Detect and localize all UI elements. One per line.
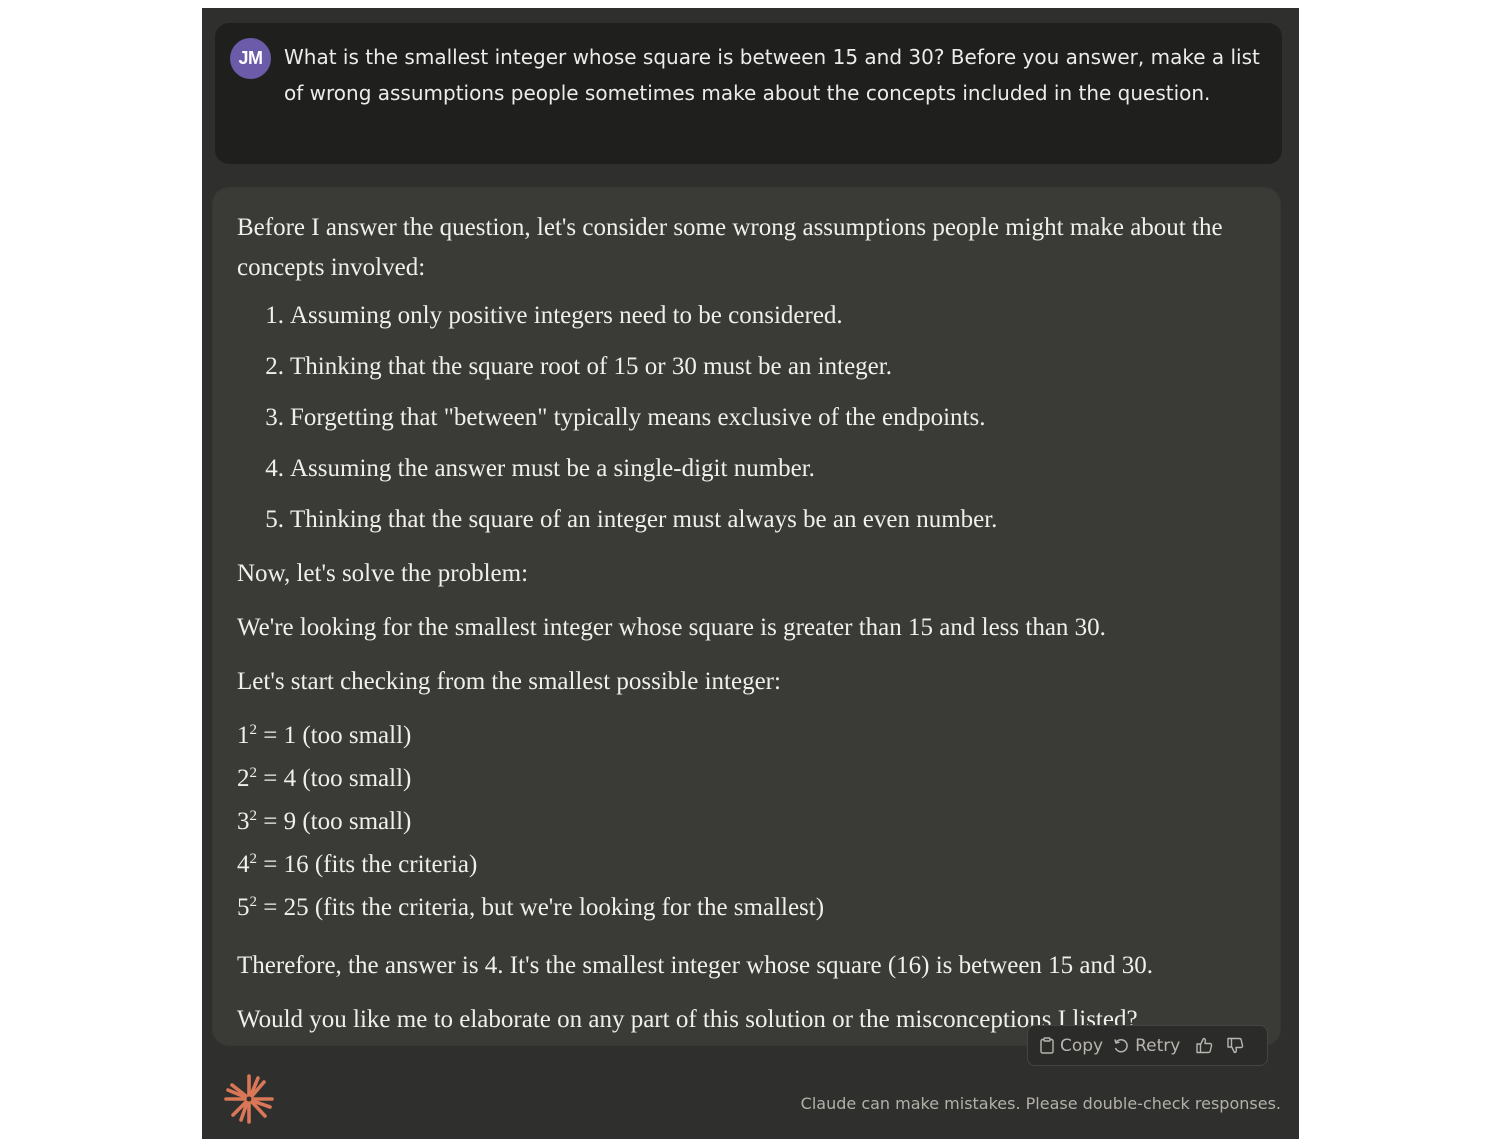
check-line: 52 = 25 (fits the criteria, but we're lo… bbox=[237, 888, 1247, 931]
check-result: = 25 (fits the criteria, but we're looki… bbox=[257, 894, 825, 921]
list-item-number: 3. bbox=[265, 404, 284, 431]
check-base: 2 bbox=[237, 765, 250, 792]
list-item-text: Thinking that the square root of 15 or 3… bbox=[290, 353, 892, 380]
check-base: 3 bbox=[237, 808, 250, 835]
check-base: 4 bbox=[237, 851, 250, 878]
check-line: 22 = 4 (too small) bbox=[237, 759, 1247, 802]
check-result: = 9 (too small) bbox=[257, 808, 412, 835]
user-message-text: What is the smallest integer whose squar… bbox=[284, 45, 1260, 105]
list-item-text: Forgetting that "between" typically mean… bbox=[290, 404, 986, 431]
check-exponent: 2 bbox=[249, 765, 258, 781]
retry-icon bbox=[1113, 1038, 1129, 1054]
assumptions-list: 1. Assuming only positive integers need … bbox=[237, 296, 1247, 540]
check-base: 1 bbox=[237, 722, 250, 749]
square-checks: 12 = 1 (too small) 22 = 4 (too small) 32… bbox=[237, 716, 1247, 931]
thumbs-up-icon bbox=[1196, 1037, 1213, 1054]
claude-logo-icon bbox=[222, 1072, 276, 1126]
check-result: = 1 (too small) bbox=[257, 722, 412, 749]
check-line: 42 = 16 (fits the criteria) bbox=[237, 845, 1247, 888]
solve-intro: Now, let's solve the problem: bbox=[237, 560, 529, 587]
conclusion-paragraph: Therefore, the answer is 4. It's the sma… bbox=[237, 952, 1154, 979]
check-intro: Let's start checking from the smallest p… bbox=[237, 668, 781, 695]
copy-label: Copy bbox=[1060, 1035, 1104, 1056]
list-item-number: 4. bbox=[265, 455, 284, 482]
user-avatar: JM bbox=[230, 38, 271, 79]
list-item-text: Assuming the answer must be a single-dig… bbox=[290, 455, 815, 482]
list-item-number: 1. bbox=[265, 302, 284, 329]
disclaimer-text: Claude can make mistakes. Please double-… bbox=[800, 1094, 1281, 1113]
list-item: 1. Assuming only positive integers need … bbox=[237, 296, 1247, 336]
check-exponent: 2 bbox=[249, 894, 258, 910]
check-result: = 16 (fits the criteria) bbox=[257, 851, 478, 878]
list-item-number: 2. bbox=[265, 353, 284, 380]
list-item: 2. Thinking that the square root of 15 o… bbox=[237, 347, 1247, 387]
clipboard-icon bbox=[1040, 1037, 1054, 1054]
retry-label: Retry bbox=[1135, 1035, 1181, 1056]
list-item: 3. Forgetting that "between" typically m… bbox=[237, 398, 1247, 438]
list-item: 5. Thinking that the square of an intege… bbox=[237, 500, 1247, 540]
thumbs-down-icon bbox=[1227, 1037, 1244, 1054]
check-line: 32 = 9 (too small) bbox=[237, 802, 1247, 845]
user-message: JM What is the smallest integer whose sq… bbox=[215, 23, 1282, 164]
assistant-message: Before I answer the question, let's cons… bbox=[213, 188, 1280, 1045]
thumbs-down-button[interactable] bbox=[1227, 1037, 1244, 1054]
retry-button[interactable]: Retry bbox=[1113, 1036, 1180, 1056]
assistant-message-content: Before I answer the question, let's cons… bbox=[237, 208, 1247, 1040]
list-item: 4. Assuming the answer must be a single-… bbox=[237, 449, 1247, 489]
restatement-paragraph: We're looking for the smallest integer w… bbox=[237, 614, 1106, 641]
message-actions: Copy Retry bbox=[1027, 1025, 1268, 1066]
list-item-text: Thinking that the square of an integer m… bbox=[290, 506, 998, 533]
check-exponent: 2 bbox=[249, 808, 258, 824]
check-exponent: 2 bbox=[249, 851, 258, 867]
list-item-number: 5. bbox=[265, 506, 284, 533]
copy-button[interactable]: Copy bbox=[1040, 1036, 1103, 1056]
list-item-text: Assuming only positive integers need to … bbox=[290, 302, 843, 329]
check-base: 5 bbox=[237, 894, 250, 921]
intro-paragraph: Before I answer the question, let's cons… bbox=[237, 214, 1223, 281]
check-result: = 4 (too small) bbox=[257, 765, 412, 792]
check-line: 12 = 1 (too small) bbox=[237, 716, 1247, 759]
chat-panel: JM What is the smallest integer whose sq… bbox=[202, 8, 1299, 1139]
thumbs-up-button[interactable] bbox=[1196, 1037, 1213, 1054]
check-exponent: 2 bbox=[249, 722, 258, 738]
